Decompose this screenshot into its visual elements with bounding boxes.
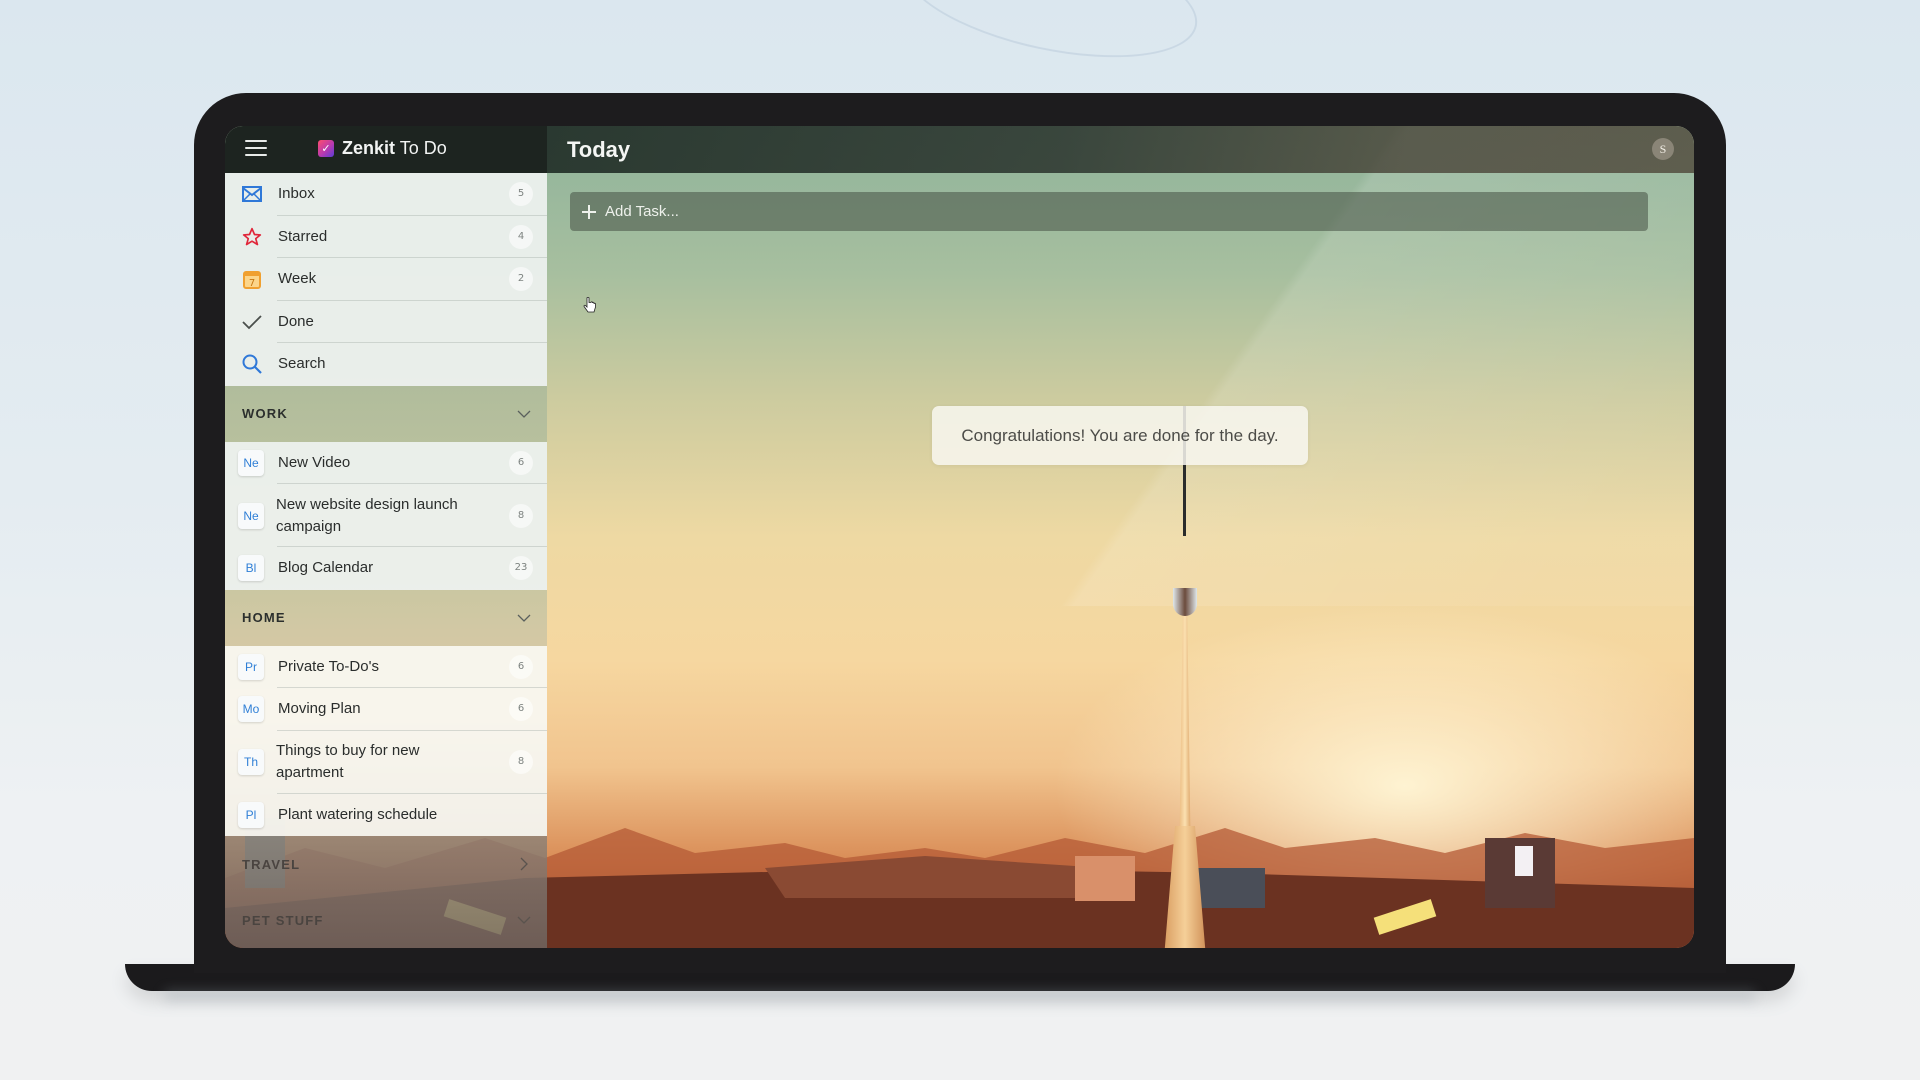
inbox-icon (240, 182, 264, 206)
background-decoration (891, 0, 1209, 80)
plus-icon (582, 204, 596, 219)
list-label: New website design launch campaign (276, 495, 458, 535)
add-task-placeholder: Add Task... (605, 203, 679, 220)
chevron-down-icon[interactable] (517, 611, 531, 625)
list-badge: Pr (238, 653, 264, 680)
task-count: 8 (509, 503, 533, 528)
section-work[interactable]: WORK (225, 386, 547, 442)
smart-lists: Inbox 5 Starred 4 7 Week 2 Done Search (225, 173, 547, 386)
list-badge: Bl (238, 555, 264, 582)
task-count: 6 (509, 697, 533, 722)
list-badge: Ne (238, 502, 264, 529)
list-item[interactable]: Bl Blog Calendar 23 (225, 547, 547, 590)
list-label: Things to buy for new apartment (276, 742, 420, 781)
top-bar: ✓ Zenkit To Do Today S (225, 126, 1694, 173)
calendar-icon: 7 (240, 267, 264, 291)
section-title: PET STUFF (242, 912, 324, 928)
mouse-cursor-hand-icon (583, 297, 596, 313)
sidebar-item-label: Starred (278, 227, 328, 245)
list-item[interactable]: Pr Private To-Do's 6 (225, 646, 547, 689)
section-title: TRAVEL (242, 856, 301, 872)
section-pet-stuff[interactable]: PET STUFF (225, 892, 547, 948)
sidebar-item-label: Search (278, 355, 326, 373)
svg-text:7: 7 (249, 278, 255, 289)
section-travel[interactable]: TRAVEL (225, 836, 547, 892)
list-item[interactable]: Pl Plant watering schedule (225, 794, 547, 837)
sidebar-item-inbox[interactable]: Inbox 5 (225, 173, 547, 216)
list-item[interactable]: Mo Moving Plan 6 (225, 688, 547, 731)
section-home[interactable]: HOME (225, 590, 547, 646)
sidebar-header: ✓ Zenkit To Do (225, 126, 547, 173)
sidebar-item-done[interactable]: Done (225, 301, 547, 344)
sidebar-item-label: Week (278, 270, 317, 288)
brand-name-bold: Zenkit (342, 138, 396, 158)
list-label: Blog Calendar (278, 559, 374, 577)
list-label: Moving Plan (278, 700, 361, 718)
brand-name-light: To Do (395, 138, 447, 158)
check-icon (240, 310, 264, 334)
page-title: Today (567, 136, 631, 162)
hamburger-menu-icon[interactable] (245, 140, 267, 158)
chevron-down-icon[interactable] (517, 407, 531, 421)
chevron-down-icon[interactable] (517, 913, 531, 927)
app-logo: ✓ Zenkit To Do (318, 138, 447, 159)
list-badge: Th (238, 749, 264, 775)
task-count: 23 (509, 556, 533, 581)
empty-state-message: Congratulations! You are done for the da… (932, 406, 1308, 465)
task-count: 6 (509, 450, 533, 475)
star-icon (240, 225, 264, 249)
work-lists: Ne New Video 6 Ne New website design lau… (225, 441, 547, 590)
search-icon (240, 352, 264, 376)
task-count: 8 (509, 750, 533, 774)
sidebar-item-label: Inbox (278, 185, 315, 203)
sidebar-item-starred[interactable]: Starred 4 (225, 216, 547, 259)
app-window: ✓ Zenkit To Do Today S Inbox 5 Starred 4… (225, 126, 1694, 948)
home-lists: Pr Private To-Do's 6 Mo Moving Plan 6 Th… (225, 645, 547, 837)
list-label: New Video (278, 453, 351, 471)
tower-pod (1173, 588, 1197, 616)
list-badge: Ne (238, 449, 264, 476)
add-task-input[interactable]: Add Task... (570, 192, 1648, 231)
section-title: HOME (242, 610, 286, 625)
task-count: 5 (509, 182, 533, 207)
main-header: Today S (547, 126, 1694, 173)
sidebar-list: Inbox 5 Starred 4 7 Week 2 Done Search W… (225, 173, 547, 948)
user-avatar[interactable]: S (1652, 138, 1674, 160)
sidebar-item-label: Done (278, 312, 314, 330)
sidebar: Inbox 5 Starred 4 7 Week 2 Done Search W… (225, 173, 547, 948)
zenkit-logo-icon: ✓ (318, 140, 334, 157)
list-item[interactable]: Ne New website design launch campaign 8 (225, 484, 547, 547)
list-item[interactable]: Ne New Video 6 (225, 442, 547, 485)
sidebar-item-week[interactable]: 7 Week 2 (225, 258, 547, 301)
chevron-right-icon[interactable] (517, 857, 531, 871)
section-title: WORK (242, 406, 288, 421)
task-count: 2 (509, 267, 533, 292)
sidebar-item-search[interactable]: Search (225, 343, 547, 386)
task-count: 4 (509, 224, 533, 249)
list-item[interactable]: Th Things to buy for new apartment 8 (225, 731, 547, 794)
list-badge: Mo (238, 696, 264, 723)
list-label: Private To-Do's (278, 657, 379, 675)
list-label: Plant watering schedule (278, 805, 438, 823)
app-name: Zenkit To Do (342, 138, 447, 159)
task-count: 6 (509, 654, 533, 679)
list-badge: Pl (238, 801, 264, 828)
